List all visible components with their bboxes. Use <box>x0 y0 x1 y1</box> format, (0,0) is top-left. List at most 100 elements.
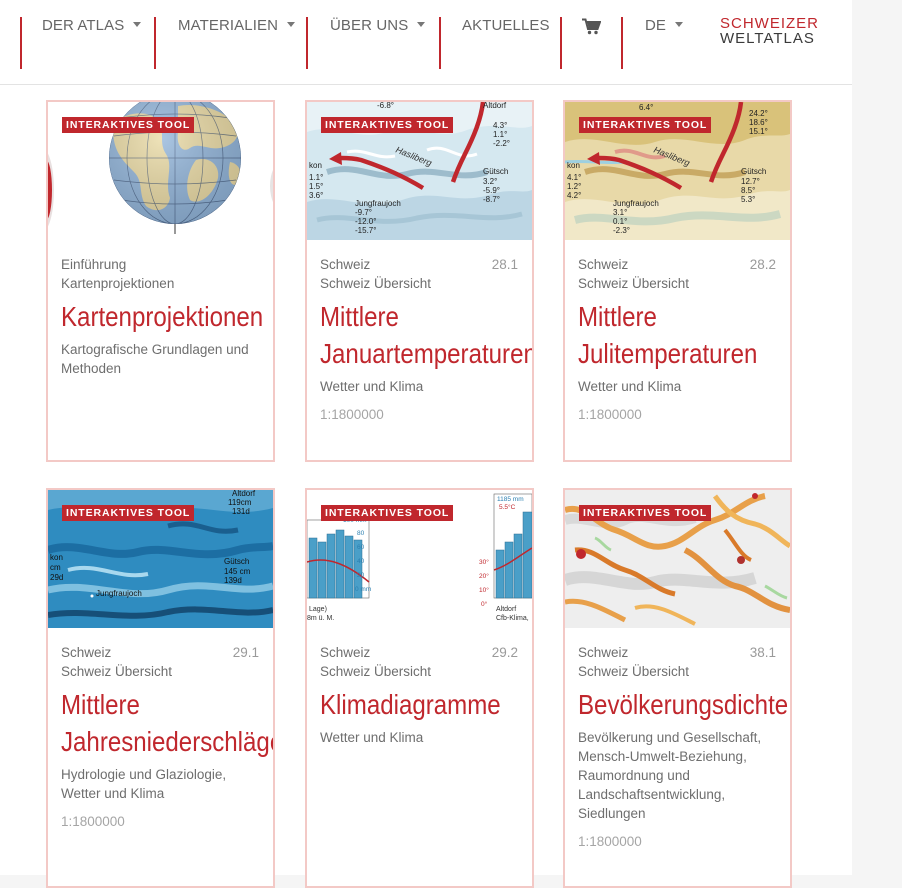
card-thumbnail: 6.4° 24.2° 18.6° 15.1° Gütsch 12.7° 8.5°… <box>565 102 790 240</box>
svg-text:6.4°: 6.4° <box>639 103 653 112</box>
interactive-tool-badge: INTERAKTIVES TOOL <box>579 505 712 521</box>
svg-text:-2.3°: -2.3° <box>613 226 630 235</box>
card-title[interactable]: Mittlere Januartemperaturen <box>320 298 532 372</box>
card-description: Wetter und Klima <box>320 379 424 394</box>
svg-text:0°: 0° <box>481 600 488 608</box>
svg-text:0.1°: 0.1° <box>613 217 627 226</box>
card-thumbnail: 1185 mm 100 mm 80 60 40 20 0 mm 5.5°C 30… <box>307 490 532 628</box>
nav-separator <box>20 17 22 69</box>
svg-text:1.2°: 1.2° <box>567 182 581 191</box>
svg-text:Altdorf: Altdorf <box>232 490 256 498</box>
caret-down-icon <box>417 22 426 27</box>
card-bevoelkerungsdichte[interactable]: INTERAKTIVES TOOL Schweiz 38.1 Schweiz Ü… <box>563 488 792 888</box>
card-thumbnail: -6.8° 4.3° 1.1° -2.2° Gütsch 3.2° -5.9° … <box>307 102 532 240</box>
card-map-number: 38.1 <box>749 645 776 660</box>
svg-text:4.1°: 4.1° <box>567 173 581 182</box>
card-subcategory: Schweiz Übersicht <box>578 664 690 679</box>
svg-text:30°: 30° <box>479 558 489 566</box>
card-category: Schweiz <box>320 257 371 272</box>
svg-text:60: 60 <box>357 544 365 551</box>
card-map-number: 29.2 <box>491 645 518 660</box>
card-mittlere-jahresniederschlaege[interactable]: Altdorf 119cm 131d Gütsch 145 cm 139d Ju… <box>46 488 275 888</box>
caret-down-icon <box>675 22 684 27</box>
svg-text:20: 20 <box>357 572 365 579</box>
nav-item-materialien[interactable]: MATERIALIEN <box>178 17 296 34</box>
svg-text:131d: 131d <box>232 507 250 516</box>
svg-text:1185 mm: 1185 mm <box>497 496 524 503</box>
svg-text:3.2°: 3.2° <box>483 177 497 186</box>
nav-separator <box>621 17 623 69</box>
caret-down-icon <box>287 22 296 27</box>
card-subcategory: Schweiz Übersicht <box>320 276 432 291</box>
svg-text:1.5°: 1.5° <box>309 182 323 191</box>
card-subcategory: Kartenprojektionen <box>61 276 175 291</box>
svg-text:8m ü. M.: 8m ü. M. <box>307 615 334 622</box>
svg-text:-6.8°: -6.8° <box>377 102 394 110</box>
nav-item-label: ÜBER UNS <box>330 17 409 34</box>
nav-item-label: MATERIALIEN <box>178 17 279 34</box>
svg-text:3.1°: 3.1° <box>613 208 627 217</box>
svg-text:Altdorf: Altdorf <box>483 102 507 110</box>
card-map-number: 28.2 <box>749 257 776 272</box>
nav-item-der-atlas[interactable]: DER ATLAS <box>42 17 142 34</box>
interactive-tool-badge: INTERAKTIVES TOOL <box>321 117 454 133</box>
interactive-tool-badge: INTERAKTIVES TOOL <box>62 505 195 521</box>
nav-separator <box>560 17 562 69</box>
svg-text:5.3°: 5.3° <box>741 195 755 204</box>
svg-text:Cfb-Klima,: Cfb-Klima, <box>496 615 529 622</box>
svg-text:Gütsch: Gütsch <box>741 167 766 176</box>
cart-icon[interactable] <box>582 18 602 40</box>
page: DER ATLAS MATERIALIEN ÜBER UNS AKTUELLES… <box>0 0 852 888</box>
nav-item-ueber-uns[interactable]: ÜBER UNS <box>330 17 426 34</box>
interactive-tool-badge: INTERAKTIVES TOOL <box>62 117 195 133</box>
svg-text:kon: kon <box>567 161 580 170</box>
svg-text:40: 40 <box>357 558 365 565</box>
svg-text:kon: kon <box>50 553 63 562</box>
card-mittlere-julitemperaturen[interactable]: 6.4° 24.2° 18.6° 15.1° Gütsch 12.7° 8.5°… <box>563 100 792 462</box>
nav-separator <box>306 17 308 69</box>
card-title[interactable]: Mittlere Jahresniederschläge <box>61 686 273 760</box>
card-klimadiagramme[interactable]: 1185 mm 100 mm 80 60 40 20 0 mm 5.5°C 30… <box>305 488 534 888</box>
svg-text:-2.2°: -2.2° <box>493 139 510 148</box>
svg-text:15.1°: 15.1° <box>749 127 768 136</box>
nav-item-aktuelles[interactable]: AKTUELLES <box>462 17 550 34</box>
card-mittlere-januartemperaturen[interactable]: -6.8° 4.3° 1.1° -2.2° Gütsch 3.2° -5.9° … <box>305 100 534 462</box>
nav-item-label: DER ATLAS <box>42 17 125 34</box>
brand-logo[interactable]: SCHWEIZER WELTATLAS <box>720 16 819 46</box>
card-subcategory: Schweiz Übersicht <box>61 664 173 679</box>
card-title[interactable]: Klimadiagramme <box>320 686 526 723</box>
card-title[interactable]: Mittlere Julitemperaturen <box>578 298 784 372</box>
svg-text:8.5°: 8.5° <box>741 186 755 195</box>
language-selector[interactable]: DE <box>645 17 684 34</box>
card-title[interactable]: Kartenprojektionen <box>61 298 267 335</box>
interactive-tool-badge: INTERAKTIVES TOOL <box>321 505 454 521</box>
card-category: Schweiz <box>578 645 629 660</box>
card-category: Einführung <box>61 257 127 272</box>
card-category: Schweiz <box>61 645 112 660</box>
card-title[interactable]: Bevölkerungsdichte <box>578 686 788 723</box>
card-description: Hydrologie und Glaziologie, Wetter und K… <box>61 767 227 801</box>
svg-text:20°: 20° <box>479 572 489 580</box>
language-label: DE <box>645 17 667 34</box>
brand-line-2: WELTATLAS <box>720 30 815 47</box>
svg-text:80: 80 <box>357 530 365 537</box>
svg-text:139d: 139d <box>224 576 242 585</box>
card-scale: 1:1800000 <box>578 834 642 849</box>
nav-separator <box>154 17 156 69</box>
card-description: Bevölkerung und Gesellschaft, Mensch-Umw… <box>578 730 762 821</box>
caret-down-icon <box>133 22 142 27</box>
interactive-tool-badge: INTERAKTIVES TOOL <box>579 117 712 133</box>
svg-text:4.3°: 4.3° <box>493 121 507 130</box>
svg-text:3.6°: 3.6° <box>309 191 323 200</box>
card-description: Kartografische Grundlagen und Methoden <box>61 342 249 376</box>
card-scale: 1:1800000 <box>578 407 642 422</box>
svg-text:cm: cm <box>50 563 61 572</box>
svg-text:145 cm: 145 cm <box>224 567 251 576</box>
svg-text:4.2°: 4.2° <box>567 191 581 200</box>
svg-text:12.7°: 12.7° <box>741 177 760 186</box>
card-category: Schweiz <box>320 645 371 660</box>
svg-text:119cm: 119cm <box>228 498 252 507</box>
card-kartenprojektionen[interactable]: INTERAKTIVES TOOL Einführung Kartenproje… <box>46 100 275 462</box>
svg-text:18.6°: 18.6° <box>749 118 768 127</box>
svg-text:Jungfraujoch: Jungfraujoch <box>613 199 659 208</box>
